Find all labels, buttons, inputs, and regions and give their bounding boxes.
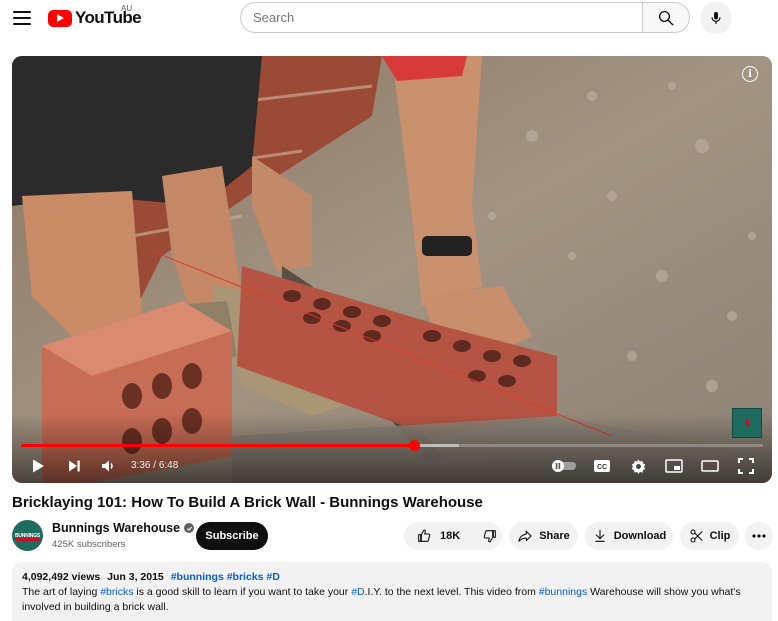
youtube-play-icon xyxy=(48,9,72,27)
description-text: The art of laying #bricks is a good skil… xyxy=(22,585,762,600)
time-display: 3:36 / 6:48 xyxy=(131,460,178,471)
clip-button[interactable]: Clip xyxy=(680,522,739,550)
thumbs-down-icon xyxy=(483,530,497,543)
like-count: 18K xyxy=(440,530,461,542)
info-icon[interactable]: i xyxy=(742,66,758,82)
miniplayer-button[interactable] xyxy=(662,452,686,480)
volume-button[interactable] xyxy=(96,452,120,480)
settings-button[interactable] xyxy=(626,452,650,480)
description-text-part: Warehouse will show you what's xyxy=(587,586,741,598)
search-button[interactable] xyxy=(642,2,690,33)
theater-mode-icon xyxy=(701,460,719,472)
current-time: 3:36 xyxy=(131,460,151,471)
watermark-logo xyxy=(745,420,749,426)
gear-icon xyxy=(631,458,645,474)
search-input[interactable] xyxy=(240,2,642,33)
share-label: Share xyxy=(539,530,570,542)
closed-captions-icon: CC xyxy=(594,460,610,472)
hashtag-link[interactable]: #bunnings xyxy=(171,571,224,583)
like-button[interactable]: 18K xyxy=(404,522,472,550)
play-icon xyxy=(33,459,44,473)
more-actions-button[interactable] xyxy=(745,522,773,550)
avatar-stripe xyxy=(15,538,40,541)
next-button[interactable] xyxy=(62,452,86,480)
bunnings-watermark xyxy=(732,408,762,438)
autoplay-toggle[interactable] xyxy=(550,452,578,480)
share-button[interactable]: Share xyxy=(509,522,578,550)
like-dislike-group: 18K xyxy=(404,522,502,550)
duration: 6:48 xyxy=(158,460,179,471)
download-button[interactable]: Download xyxy=(585,522,673,550)
more-horizontal-icon xyxy=(752,534,766,538)
channel-avatar[interactable]: BUNNINGS xyxy=(12,520,43,551)
channel-name-link[interactable]: Bunnings Warehouse xyxy=(52,521,195,535)
region-code: AU xyxy=(121,4,133,13)
hashtag-link[interactable]: #bunnings xyxy=(539,586,587,598)
played-bar xyxy=(21,444,415,447)
search-box xyxy=(240,2,690,33)
share-icon xyxy=(518,530,532,542)
video-title: Bricklaying 101: How To Build A Brick Wa… xyxy=(12,494,483,511)
skip-next-icon xyxy=(69,460,80,472)
description-text-part: The art of laying xyxy=(22,586,101,598)
theater-mode-button[interactable] xyxy=(698,452,722,480)
description-meta: 4,092,492 views Jun 3, 2015 #bunnings #b… xyxy=(22,570,762,585)
description-text-line2: involved in building a brick wall. xyxy=(22,601,169,613)
hashtag-link[interactable]: #bricks xyxy=(100,586,133,598)
voice-search-button[interactable] xyxy=(700,2,732,34)
autoplay-icon xyxy=(552,460,576,472)
time-separator: / xyxy=(153,460,157,471)
svg-text:CC: CC xyxy=(597,464,607,471)
channel-name: Bunnings Warehouse xyxy=(52,521,181,535)
download-label: Download xyxy=(613,530,667,542)
download-icon xyxy=(595,530,605,542)
microphone-icon xyxy=(711,12,721,24)
description-box[interactable]: 4,092,492 views Jun 3, 2015 #bunnings #b… xyxy=(12,562,772,621)
view-count: 4,092,492 views xyxy=(22,571,101,583)
progress-bar[interactable] xyxy=(21,440,763,451)
hashtag-link[interactable]: #D xyxy=(351,586,364,598)
upload-date: Jun 3, 2015 xyxy=(107,571,164,583)
volume-icon xyxy=(102,460,113,472)
youtube-logo[interactable]: YouTube AU xyxy=(48,4,142,28)
fullscreen-icon xyxy=(738,458,754,474)
player-controls: 3:36 / 6:48 CC xyxy=(12,452,772,480)
subscribe-button[interactable]: Subscribe xyxy=(196,522,268,550)
hashtag-link[interactable]: #bricks xyxy=(227,571,264,583)
miniplayer-icon xyxy=(665,459,683,473)
verified-check-icon xyxy=(184,523,195,533)
description-text-part: .I.Y. to the next level. This video from xyxy=(364,586,539,598)
menu-icon[interactable] xyxy=(10,6,34,30)
scissors-icon xyxy=(690,529,703,543)
video-player[interactable]: i 3:36 / 6:48 CC xyxy=(12,56,772,483)
captions-button[interactable]: CC xyxy=(590,452,614,480)
subscriber-count: 425K subscribers xyxy=(52,539,126,550)
clip-label: Clip xyxy=(709,530,731,542)
description-text-part: is a good skill to learn if you want to … xyxy=(133,586,352,598)
search-icon xyxy=(658,10,674,25)
play-button[interactable] xyxy=(26,452,50,480)
hashtag-link[interactable]: #D xyxy=(266,571,279,583)
thumbs-up-icon xyxy=(418,529,431,542)
masthead: YouTube AU xyxy=(0,0,778,36)
dislike-button[interactable] xyxy=(472,522,508,550)
fullscreen-button[interactable] xyxy=(734,452,758,480)
